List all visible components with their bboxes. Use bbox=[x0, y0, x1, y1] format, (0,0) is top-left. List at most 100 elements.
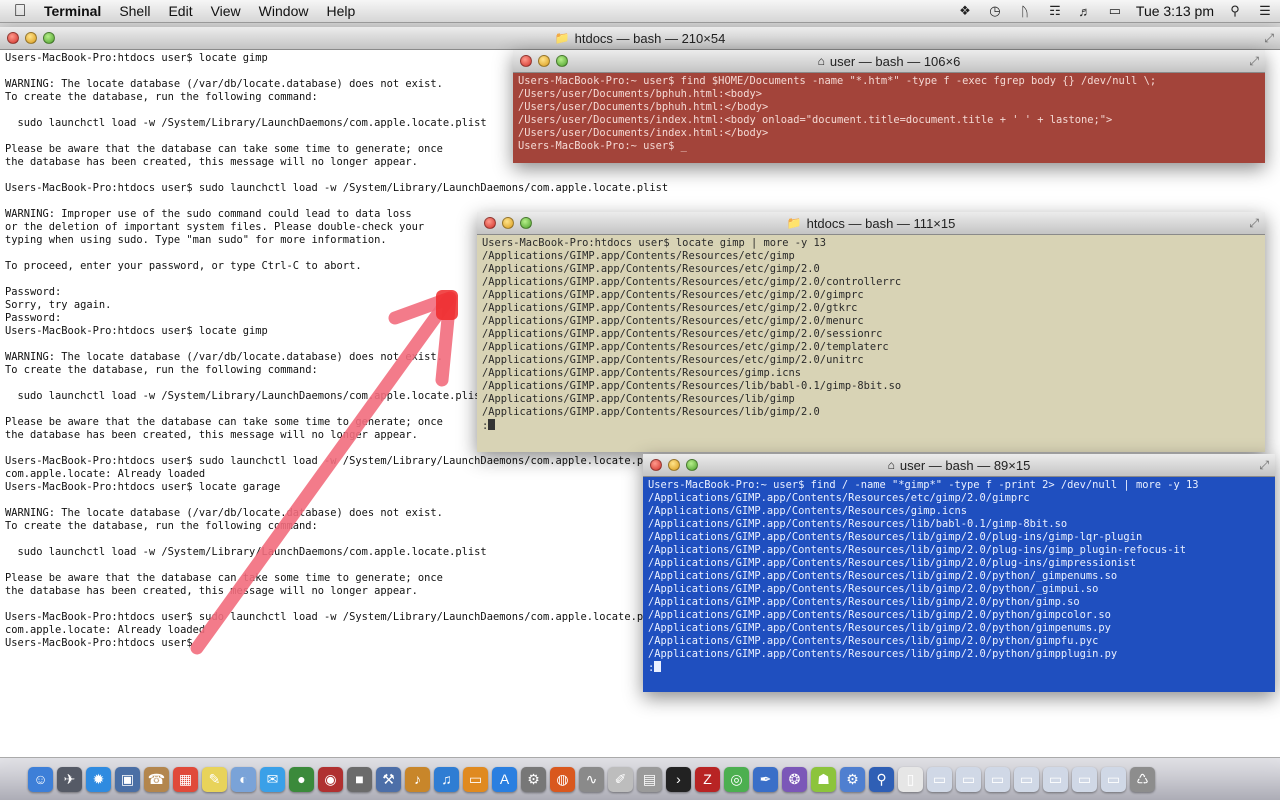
filezilla-icon[interactable]: Z bbox=[695, 766, 720, 792]
window-icon[interactable]: ▭ bbox=[1101, 766, 1126, 792]
window-titlebar[interactable]: ⌂ user — bash — 106×6 ⤢ bbox=[513, 50, 1265, 73]
settings-icon[interactable]: ⚙ bbox=[840, 766, 865, 792]
messages-icon[interactable]: ✉ bbox=[260, 766, 285, 792]
paintbrush-icon[interactable]: ✒ bbox=[753, 766, 778, 792]
terminal-line: /Applications/GIMP.app/Contents/Resource… bbox=[482, 302, 858, 314]
terminal-line: /Applications/GIMP.app/Contents/Resource… bbox=[648, 596, 1080, 608]
firefox-icon[interactable]: ◍ bbox=[550, 766, 575, 792]
fullscreen-icon[interactable]: ⤢ bbox=[1259, 458, 1269, 473]
terminal-line: Please be aware that the database can ta… bbox=[5, 143, 443, 155]
fullscreen-icon[interactable]: ⤢ bbox=[1264, 31, 1274, 46]
menu-app-terminal[interactable]: Terminal bbox=[40, 3, 110, 19]
wifi-icon[interactable]: ☶ bbox=[1046, 3, 1064, 19]
grapher-icon[interactable]: ∿ bbox=[579, 766, 604, 792]
terminal-line: /Applications/GIMP.app/Contents/Resource… bbox=[482, 315, 864, 327]
zoom-button[interactable] bbox=[686, 459, 698, 471]
menu-edit[interactable]: Edit bbox=[159, 3, 201, 19]
window-titlebar[interactable]: 📁 htdocs — bash — 111×15 ⤢ bbox=[477, 212, 1265, 235]
window-icon[interactable]: ▭ bbox=[985, 766, 1010, 792]
menu-shell[interactable]: Shell bbox=[110, 3, 159, 19]
terminal-window-blue: ⌂ user — bash — 89×15 ⤢ Users-MacBook-Pr… bbox=[643, 454, 1275, 692]
terminal-line: /Users/user/Documents/bphuh.html:</body> bbox=[518, 101, 769, 113]
menu-view[interactable]: View bbox=[202, 3, 250, 19]
terminal-line: Users-MacBook-Pro:~ user$ find / -name "… bbox=[648, 479, 1199, 491]
minimize-button[interactable] bbox=[538, 55, 550, 67]
battery-icon[interactable]: ▭ bbox=[1106, 3, 1124, 19]
volume-icon[interactable]: ♬ bbox=[1076, 4, 1094, 19]
document-icon[interactable]: ▯ bbox=[898, 766, 923, 792]
time-machine-icon[interactable]: ◷ bbox=[986, 3, 1004, 19]
terminal-line: sudo launchctl load -w /System/Library/L… bbox=[5, 546, 487, 558]
window-icon[interactable]: ▭ bbox=[927, 766, 952, 792]
calendar-icon[interactable]: ▦ bbox=[173, 766, 198, 792]
app-store-icon[interactable]: A bbox=[492, 766, 517, 792]
system-preferences-icon[interactable]: ⚙ bbox=[521, 766, 546, 792]
close-button[interactable] bbox=[650, 459, 662, 471]
minimize-button[interactable] bbox=[25, 32, 37, 44]
xcode-icon[interactable]: ⚒ bbox=[376, 766, 401, 792]
terminal-line: WARNING: The locate database (/var/db/lo… bbox=[5, 78, 443, 90]
stickies-icon[interactable]: ✎ bbox=[202, 766, 227, 792]
android-icon[interactable]: ☗ bbox=[811, 766, 836, 792]
minimize-button[interactable] bbox=[668, 459, 680, 471]
terminal-line: the database has been created, this mess… bbox=[5, 585, 418, 597]
menu-window[interactable]: Window bbox=[250, 3, 318, 19]
terminal-output[interactable]: Users-MacBook-Pro:htdocs user$ locate gi… bbox=[477, 235, 1265, 435]
photos-icon[interactable]: ◐ bbox=[231, 766, 256, 792]
text-cursor bbox=[488, 419, 496, 430]
terminal-output[interactable]: Users-MacBook-Pro:~ user$ find $HOME/Doc… bbox=[513, 73, 1265, 155]
window-icon[interactable]: ▭ bbox=[956, 766, 981, 792]
terminal-output[interactable]: Users-MacBook-Pro:~ user$ find / -name "… bbox=[643, 477, 1275, 677]
ibooks-icon[interactable]: ▭ bbox=[463, 766, 488, 792]
menu-help[interactable]: Help bbox=[317, 3, 364, 19]
facetime-icon[interactable]: ● bbox=[289, 766, 314, 792]
window-titlebar[interactable]: ⌂ user — bash — 89×15 ⤢ bbox=[643, 454, 1275, 477]
finder-icon[interactable]: ☺ bbox=[28, 766, 53, 792]
utility-icon[interactable]: ▤ bbox=[637, 766, 662, 792]
close-button[interactable] bbox=[484, 217, 496, 229]
window-titlebar[interactable]: 📁 htdocs — bash — 210×54 ⤢ bbox=[0, 27, 1280, 50]
dropbox-icon[interactable]: ❖ bbox=[956, 3, 974, 19]
image-capture-icon[interactable]: ■ bbox=[347, 766, 372, 792]
gimp-icon[interactable]: ❂ bbox=[782, 766, 807, 792]
apple-icon[interactable]:  bbox=[0, 1, 40, 21]
magnifier-icon[interactable]: ⚲ bbox=[869, 766, 894, 792]
terminal-line: sudo launchctl load -w /System/Library/L… bbox=[5, 117, 487, 129]
terminal-window-red: ⌂ user — bash — 106×6 ⤢ Users-MacBook-Pr… bbox=[513, 50, 1265, 163]
zoom-button[interactable] bbox=[556, 55, 568, 67]
terminal-line: Users-MacBook-Pro:htdocs user$ locate gi… bbox=[5, 325, 268, 337]
terminal-line: com.apple.locate: Already loaded bbox=[5, 624, 206, 636]
photo-booth-icon[interactable]: ◉ bbox=[318, 766, 343, 792]
trash-icon[interactable]: ♺ bbox=[1130, 766, 1155, 792]
terminal-line: Users-MacBook-Pro:htdocs user$ locate gi… bbox=[5, 52, 268, 64]
window-icon[interactable]: ▭ bbox=[1014, 766, 1039, 792]
window-icon[interactable]: ▭ bbox=[1072, 766, 1097, 792]
close-button[interactable] bbox=[520, 55, 532, 67]
textedit-icon[interactable]: ✐ bbox=[608, 766, 633, 792]
guitar-icon[interactable]: ♪ bbox=[405, 766, 430, 792]
terminal-line: /Applications/GIMP.app/Contents/Resource… bbox=[648, 570, 1118, 582]
clock[interactable]: Tue 3:13 pm bbox=[1136, 3, 1214, 19]
spotlight-search-icon[interactable]: ⚲ bbox=[1226, 3, 1244, 19]
notification-list-icon[interactable]: ☰ bbox=[1256, 3, 1274, 19]
launchpad-icon[interactable]: ✈ bbox=[57, 766, 82, 792]
window-icon[interactable]: ▭ bbox=[1043, 766, 1068, 792]
terminal-line: WARNING: The locate database (/var/db/lo… bbox=[5, 507, 443, 519]
bluetooth-icon[interactable]: ᚢ bbox=[1016, 4, 1034, 19]
chrome-icon[interactable]: ◎ bbox=[724, 766, 749, 792]
fullscreen-icon[interactable]: ⤢ bbox=[1249, 216, 1259, 231]
terminal-line: Users-MacBook-Pro:htdocs user$ sudo laun… bbox=[5, 611, 669, 623]
terminal-line: Users-MacBook-Pro:htdocs user$ sudo laun… bbox=[5, 455, 669, 467]
terminal-line: Please be aware that the database can ta… bbox=[5, 416, 443, 428]
fullscreen-icon[interactable]: ⤢ bbox=[1249, 54, 1259, 69]
safari-icon[interactable]: ✹ bbox=[86, 766, 111, 792]
preview-icon[interactable]: ▣ bbox=[115, 766, 140, 792]
terminal-icon[interactable]: › bbox=[666, 766, 691, 792]
close-button[interactable] bbox=[7, 32, 19, 44]
contacts-icon[interactable]: ☎ bbox=[144, 766, 169, 792]
zoom-button[interactable] bbox=[43, 32, 55, 44]
itunes-icon[interactable]: ♫ bbox=[434, 766, 459, 792]
terminal-line: /Applications/GIMP.app/Contents/Resource… bbox=[482, 380, 902, 392]
minimize-button[interactable] bbox=[502, 217, 514, 229]
zoom-button[interactable] bbox=[520, 217, 532, 229]
